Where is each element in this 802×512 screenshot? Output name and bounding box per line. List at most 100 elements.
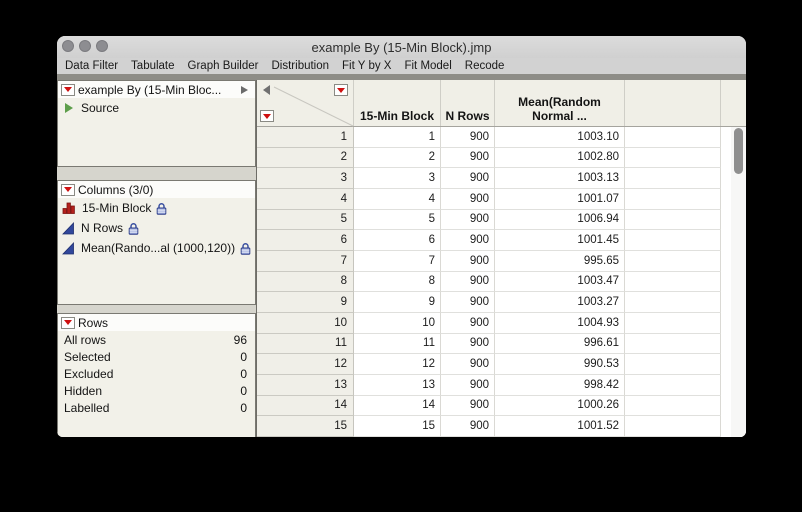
title-bar[interactable]: example By (15-Min Block).jmp	[57, 36, 746, 58]
data-cell[interactable]: 15	[354, 416, 441, 437]
data-cell[interactable]	[625, 354, 721, 375]
data-cell[interactable]: 1001.45	[495, 230, 625, 251]
row-number-cell[interactable]: 12	[257, 354, 354, 375]
row-number-cell[interactable]: 15	[257, 416, 354, 437]
zoom-button[interactable]	[96, 40, 108, 52]
data-cell[interactable]	[625, 416, 721, 437]
red-triangle-menu-button[interactable]	[61, 183, 75, 196]
data-cell[interactable]	[625, 147, 721, 169]
data-cell[interactable]: 900	[441, 188, 495, 210]
data-cell[interactable]: 9	[354, 292, 441, 313]
row-number-cell[interactable]: 10	[257, 312, 354, 334]
row-number-cell[interactable]: 6	[257, 230, 354, 251]
data-cell[interactable]: 1001.07	[495, 188, 625, 210]
grid-corner-cell[interactable]	[257, 80, 354, 127]
row-number-cell[interactable]: 5	[257, 209, 354, 231]
column-item-n-rows[interactable]: N Rows	[58, 218, 255, 238]
vertical-scrollbar[interactable]	[731, 127, 746, 437]
data-cell[interactable]: 1001.52	[495, 416, 625, 437]
menu-item-tabulate[interactable]: Tabulate	[131, 60, 174, 72]
data-cell[interactable]	[625, 395, 721, 417]
data-cell[interactable]: 900	[441, 416, 495, 437]
rows-stat-all-rows[interactable]: All rows 96	[58, 331, 255, 348]
column-header-mean[interactable]: Mean(Random Normal ...	[495, 80, 625, 126]
data-cell[interactable]: 7	[354, 250, 441, 272]
menu-item-graph-builder[interactable]: Graph Builder	[188, 60, 259, 72]
data-cell[interactable]: 900	[441, 333, 495, 355]
data-cell[interactable]	[625, 250, 721, 272]
data-cell[interactable]: 900	[441, 271, 495, 293]
menu-item-data-filter[interactable]: Data Filter	[65, 60, 118, 72]
hide-panel-arrow-icon[interactable]	[263, 85, 270, 95]
row-number-cell[interactable]: 9	[257, 292, 354, 313]
data-cell[interactable]: 900	[441, 209, 495, 231]
menu-item-distribution[interactable]: Distribution	[272, 60, 330, 72]
data-cell[interactable]: 4	[354, 188, 441, 210]
data-cell[interactable]: 1003.27	[495, 292, 625, 313]
column-header-block[interactable]: 15-Min Block	[354, 80, 441, 126]
column-header-empty[interactable]	[625, 80, 721, 126]
data-cell[interactable]: 1003.13	[495, 168, 625, 189]
data-cell[interactable]: 900	[441, 354, 495, 375]
columns-menu-button[interactable]	[334, 84, 348, 96]
data-cell[interactable]	[625, 188, 721, 210]
data-cell[interactable]: 990.53	[495, 354, 625, 375]
data-cell[interactable]: 1004.93	[495, 312, 625, 334]
data-cell[interactable]: 1006.94	[495, 209, 625, 231]
column-item-mean-rando-al-1000-120-[interactable]: Mean(Rando...al (1000,120))	[58, 238, 255, 258]
data-cell[interactable]	[625, 292, 721, 313]
row-number-cell[interactable]: 1	[257, 127, 354, 148]
data-cell[interactable]	[625, 127, 721, 148]
data-cell[interactable]: 2	[354, 147, 441, 169]
data-cell[interactable]: 6	[354, 230, 441, 251]
row-number-cell[interactable]: 3	[257, 168, 354, 189]
collapse-arrow-icon[interactable]	[241, 85, 248, 94]
data-cell[interactable]: 13	[354, 374, 441, 396]
row-number-cell[interactable]: 13	[257, 374, 354, 396]
menu-item-fit-y-by-x[interactable]: Fit Y by X	[342, 60, 391, 72]
row-number-cell[interactable]: 8	[257, 271, 354, 293]
data-cell[interactable]: 996.61	[495, 333, 625, 355]
data-cell[interactable]: 14	[354, 395, 441, 417]
row-number-cell[interactable]: 11	[257, 333, 354, 355]
data-cell[interactable]: 8	[354, 271, 441, 293]
rows-stat-labelled[interactable]: Labelled 0	[58, 399, 255, 416]
row-number-cell[interactable]: 14	[257, 395, 354, 417]
data-cell[interactable]	[625, 374, 721, 396]
data-cell[interactable]	[625, 312, 721, 334]
rows-stat-excluded[interactable]: Excluded 0	[58, 365, 255, 382]
data-cell[interactable]: 900	[441, 168, 495, 189]
data-cell[interactable]: 900	[441, 374, 495, 396]
data-cell[interactable]: 900	[441, 292, 495, 313]
scrollbar-thumb[interactable]	[734, 128, 743, 174]
data-cell[interactable]: 10	[354, 312, 441, 334]
source-item[interactable]: Source	[58, 98, 255, 117]
menu-item-recode[interactable]: Recode	[465, 60, 505, 72]
rows-menu-button[interactable]	[260, 110, 274, 122]
data-cell[interactable]: 995.65	[495, 250, 625, 272]
menu-item-fit-model[interactable]: Fit Model	[404, 60, 451, 72]
column-item-15-min-block[interactable]: 15-Min Block	[58, 198, 255, 218]
data-cell[interactable]	[625, 230, 721, 251]
data-cell[interactable]: 1003.10	[495, 127, 625, 148]
data-cell[interactable]	[625, 333, 721, 355]
data-cell[interactable]: 1003.47	[495, 271, 625, 293]
red-triangle-menu-button[interactable]	[61, 83, 75, 96]
data-cell[interactable]: 11	[354, 333, 441, 355]
data-cell[interactable]	[625, 209, 721, 231]
row-number-cell[interactable]: 4	[257, 188, 354, 210]
rows-stat-hidden[interactable]: Hidden 0	[58, 382, 255, 399]
data-cell[interactable]: 900	[441, 230, 495, 251]
minimize-button[interactable]	[79, 40, 91, 52]
data-cell[interactable]: 900	[441, 395, 495, 417]
close-button[interactable]	[62, 40, 74, 52]
data-cell[interactable]: 1000.26	[495, 395, 625, 417]
data-cell[interactable]: 900	[441, 147, 495, 169]
data-cell[interactable]: 900	[441, 127, 495, 148]
data-cell[interactable]: 900	[441, 250, 495, 272]
data-cell[interactable]: 900	[441, 312, 495, 334]
data-cell[interactable]: 3	[354, 168, 441, 189]
data-cell[interactable]: 1002.80	[495, 147, 625, 169]
data-cell[interactable]: 5	[354, 209, 441, 231]
data-cell[interactable]: 12	[354, 354, 441, 375]
